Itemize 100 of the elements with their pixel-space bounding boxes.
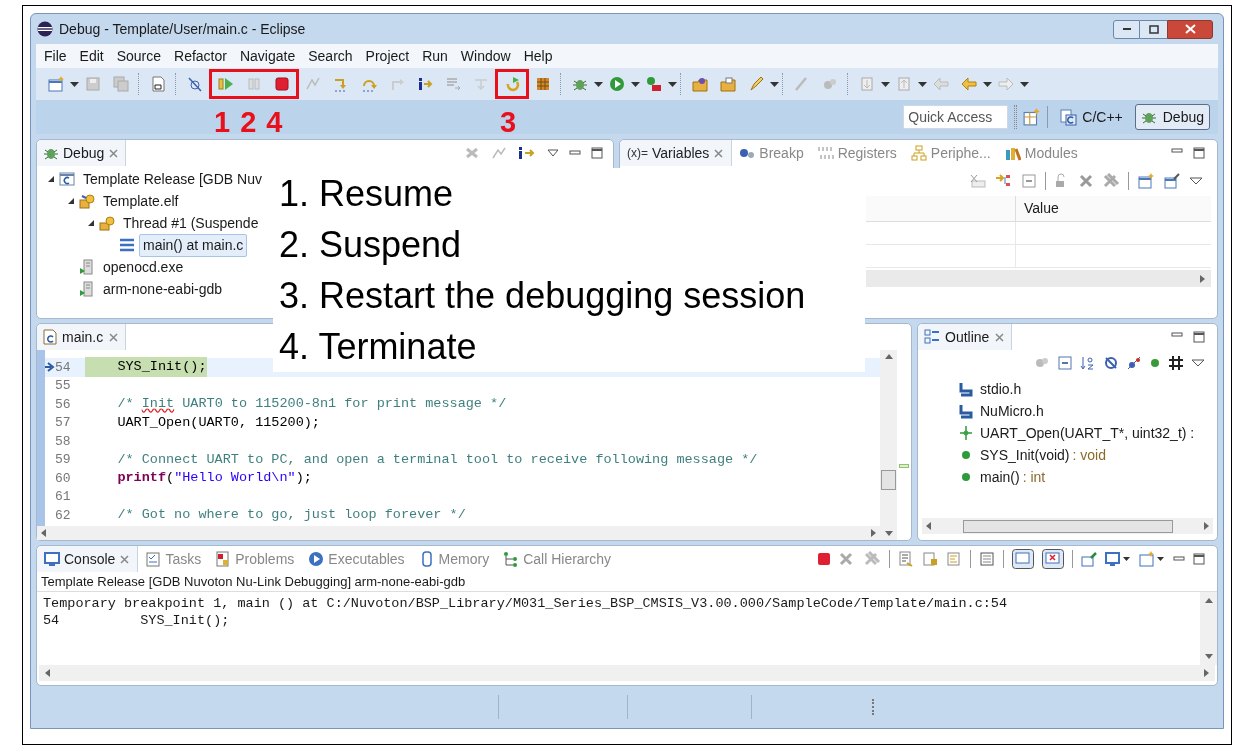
outline-item[interactable]: stdio.h (980, 378, 1022, 400)
view-tab[interactable]: Tasks (138, 546, 209, 572)
view-tab[interactable]: (x)= Variables (620, 140, 733, 166)
tree-item[interactable]: arm-none-eabi-gdb (99, 277, 227, 301)
collapse-all-icon[interactable] (1021, 173, 1037, 189)
view-tab[interactable]: Call Hierarchy (496, 546, 619, 572)
caret-icon[interactable] (668, 81, 677, 87)
view-tab[interactable]: Registers (810, 140, 904, 166)
scrollbar-thumb[interactable] (881, 470, 896, 490)
view-tab[interactable]: Console (37, 546, 139, 572)
display-console-icon[interactable] (1105, 551, 1131, 567)
new-file-icon[interactable] (48, 76, 64, 92)
horizontal-scrollbar[interactable] (39, 665, 1215, 681)
tree-item[interactable]: Template.elf (99, 189, 183, 213)
collapse-all-icon[interactable] (1057, 355, 1073, 371)
resume-icon[interactable] (218, 76, 234, 92)
caret-icon[interactable] (770, 81, 779, 87)
tree-item[interactable]: main() at main.c (139, 233, 248, 257)
close-icon[interactable] (119, 553, 131, 565)
horizontal-scrollbar[interactable] (922, 518, 1213, 534)
view-menu-icon[interactable] (1191, 359, 1205, 367)
maximize-icon[interactable] (1193, 553, 1205, 565)
terminate-icon[interactable] (274, 76, 290, 92)
pin-icon[interactable] (1081, 551, 1097, 567)
caret-icon[interactable] (594, 81, 603, 87)
show-on-error-icon[interactable] (1042, 549, 1064, 569)
pin-console-icon[interactable] (979, 551, 995, 567)
circle-icon[interactable] (1149, 357, 1161, 369)
drag-handle[interactable] (872, 699, 874, 715)
tree-item[interactable]: openocd.exe (99, 255, 188, 279)
scroll-arrow-icon[interactable] (926, 522, 931, 530)
expanded-toggle-icon[interactable] (87, 219, 95, 227)
clear-console-icon[interactable] (898, 551, 914, 567)
marker-icon[interactable] (748, 76, 764, 92)
caret-icon[interactable] (881, 81, 890, 87)
close-button[interactable] (1167, 19, 1213, 39)
minimize-button[interactable] (1113, 19, 1140, 39)
run-icon[interactable] (609, 76, 625, 92)
menu-item[interactable]: File (44, 45, 67, 67)
caret-icon[interactable] (70, 81, 79, 87)
scroll-lock-icon[interactable] (922, 551, 938, 567)
hide-static-icon[interactable] (1103, 355, 1119, 371)
menu-item[interactable]: Project (365, 45, 410, 67)
restart-icon[interactable] (504, 76, 520, 92)
hash-icon[interactable] (1168, 355, 1184, 371)
menu-item[interactable]: Window (460, 45, 511, 67)
perspective-button[interactable]: C/C++ (1054, 104, 1129, 130)
scroll-arrow-icon[interactable] (1200, 274, 1205, 283)
scroll-arrow-icon[interactable] (1204, 598, 1213, 603)
caret-icon[interactable] (631, 81, 640, 87)
show-on-output-icon[interactable] (1012, 549, 1034, 569)
minimize-icon[interactable] (1171, 331, 1183, 339)
menu-item[interactable]: Refactor (174, 45, 227, 67)
menu-item[interactable]: Source (116, 45, 162, 67)
remove-all-icon[interactable] (1102, 173, 1120, 189)
minimize-icon[interactable] (1171, 147, 1183, 155)
external-tools-icon[interactable] (646, 76, 662, 92)
minimize-icon[interactable] (1173, 555, 1185, 563)
open-folder-icon[interactable] (720, 76, 736, 92)
pin-icon[interactable] (1163, 173, 1181, 189)
view-tab[interactable]: Modules (997, 140, 1085, 166)
open-perspective-icon[interactable] (1023, 108, 1042, 126)
debug-tab[interactable]: Debug (37, 140, 127, 166)
quick-access-field[interactable]: Quick Access (903, 105, 1009, 129)
remove-icon[interactable] (1078, 173, 1094, 189)
new-window-icon[interactable] (1137, 173, 1155, 189)
scroll-arrow-icon[interactable] (1204, 654, 1213, 659)
menu-item[interactable]: Edit (79, 45, 104, 67)
view-tab[interactable]: Breakp (732, 140, 811, 166)
outline-tab[interactable]: Outline (918, 324, 1013, 350)
hide-non-public-icon[interactable] (1126, 355, 1142, 371)
close-icon[interactable] (108, 147, 120, 159)
horizontal-scrollbar[interactable] (37, 526, 880, 540)
outline-item[interactable]: UART_Open(UART_T*, uint32_t) : (980, 422, 1195, 444)
instruction-step-icon[interactable] (517, 146, 537, 160)
editor-tab[interactable]: main.c (37, 324, 127, 350)
menu-item[interactable]: Navigate (239, 45, 296, 67)
caret-icon[interactable] (918, 81, 927, 87)
terminate-icon[interactable] (817, 552, 831, 566)
maximize-button[interactable] (1140, 19, 1167, 39)
vertical-scrollbar[interactable] (1200, 592, 1217, 665)
open-console-icon[interactable] (1139, 551, 1165, 567)
maximize-icon[interactable] (1193, 331, 1205, 343)
close-icon[interactable] (994, 331, 1006, 343)
maximize-icon[interactable] (591, 147, 603, 159)
caret-icon[interactable] (1020, 81, 1029, 87)
view-tab[interactable]: Executables (301, 546, 412, 572)
scroll-arrow-icon[interactable] (45, 669, 50, 677)
expanded-toggle-icon[interactable] (47, 175, 55, 183)
view-menu-icon[interactable] (547, 149, 559, 157)
vertical-scrollbar[interactable] (880, 350, 897, 540)
view-menu-icon[interactable] (1189, 177, 1203, 185)
minimize-icon[interactable] (569, 149, 581, 157)
remove-launch-icon[interactable] (839, 552, 855, 566)
maximize-icon[interactable] (1193, 147, 1205, 159)
open-type-icon[interactable] (692, 76, 708, 92)
perspective-button[interactable]: Debug (1134, 104, 1210, 130)
grid-icon[interactable] (535, 76, 551, 92)
tree-item[interactable]: Thread #1 (Suspende (119, 211, 263, 235)
outline-item[interactable]: main() (980, 466, 1020, 488)
